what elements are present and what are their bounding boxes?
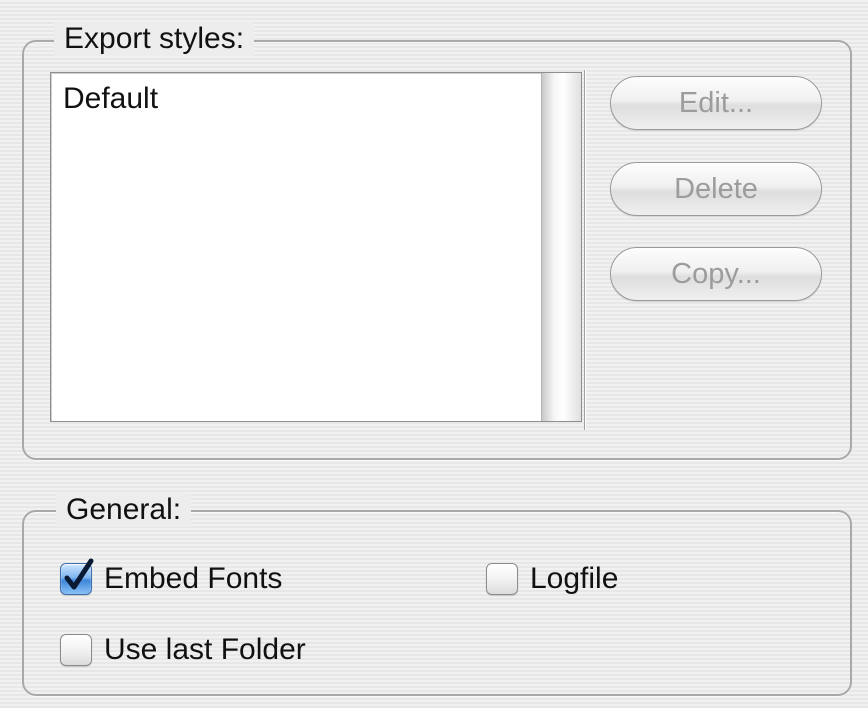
list-scrollbar[interactable] [541,73,581,421]
embed-fonts-label: Embed Fonts [104,562,283,595]
logfile-label: Logfile [530,562,619,595]
edit-button[interactable]: Edit... [610,76,822,130]
list-item-default[interactable]: Default [63,81,158,117]
embed-fonts-option[interactable]: Embed Fonts [60,558,283,599]
copy-button[interactable]: Copy... [610,247,822,301]
logfile-checkbox[interactable] [486,563,518,595]
use-last-folder-option[interactable]: Use last Folder [60,630,306,670]
export-styles-group: Export styles: Default Edit... Delete Co… [22,22,852,460]
vertical-separator [584,70,586,430]
embed-fonts-checkbox[interactable] [60,558,94,595]
export-styles-list[interactable]: Default [50,72,582,422]
checkmark-icon [64,558,94,590]
general-title: General: [56,493,192,527]
export-styles-title: Export styles: [54,22,255,56]
use-last-folder-checkbox[interactable] [60,634,92,666]
delete-button[interactable]: Delete [610,162,822,216]
general-group: General: Embed Fonts Logfile Use last Fo… [22,493,852,696]
use-last-folder-label: Use last Folder [104,633,306,666]
logfile-option[interactable]: Logfile [486,559,618,599]
